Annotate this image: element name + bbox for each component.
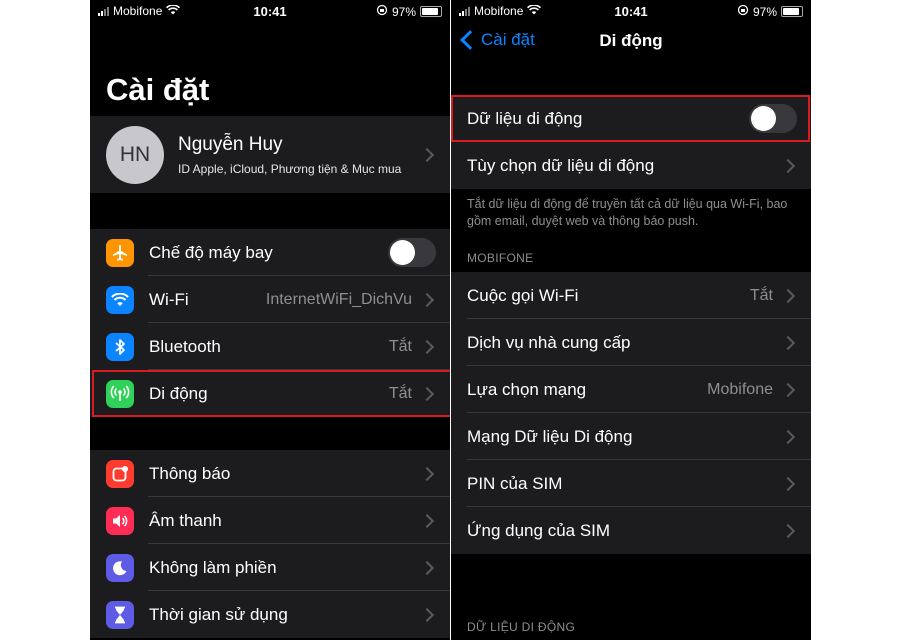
row-label: Không làm phiền — [149, 557, 277, 577]
connectivity-group: Chế độ máy bay Wi-Fi InternetWiFi_DichVu… — [90, 229, 450, 417]
orientation-lock-icon — [737, 4, 749, 19]
wifi-network-value: InternetWiFi_DichVu — [265, 290, 412, 308]
sound-icon — [106, 506, 134, 535]
row-sim-pin[interactable]: PIN của SIM — [451, 460, 811, 507]
status-bar: Mobifone 10:41 97% — [90, 0, 450, 22]
chevron-right-icon — [780, 158, 796, 173]
chevron-right-icon — [419, 513, 435, 528]
mobile-data-footnote: Tắt dữ liệu di động để truyền tất cả dữ … — [467, 197, 788, 228]
moon-icon — [106, 553, 134, 582]
row-wifi[interactable]: Wi-Fi InternetWiFi_DichVu — [90, 276, 450, 323]
row-cellular[interactable]: Di động Tắt — [90, 370, 450, 417]
battery-percent: 97% — [752, 4, 777, 19]
row-label: Cuộc gọi Wi-Fi — [467, 285, 579, 305]
chevron-right-icon — [419, 339, 435, 354]
section-header-mobile-data: DỮ LIỆU DI ĐỘNG — [467, 620, 576, 634]
row-airplane-mode[interactable]: Chế độ máy bay — [90, 229, 450, 276]
carrier-group: Cuộc gọi Wi-Fi Tắt Dịch vụ nhà cung cấp … — [451, 272, 811, 554]
profile-subtitle: ID Apple, iCloud, Phương tiện & Mục mua — [178, 161, 402, 176]
mobile-data-group: Dữ liệu di động Tùy chọn dữ liệu di động — [451, 95, 811, 189]
chevron-right-icon — [419, 466, 435, 481]
notifications-icon — [106, 459, 134, 488]
chevron-right-icon — [780, 335, 796, 350]
bluetooth-value: Tắt — [388, 337, 412, 355]
profile-group: HN Nguyễn Huy ID Apple, iCloud, Phương t… — [90, 116, 450, 193]
chevron-right-icon — [419, 607, 435, 622]
row-label: Lựa chọn mạng — [467, 379, 587, 399]
wifi-calling-value: Tắt — [749, 286, 773, 304]
row-label: Wi-Fi — [149, 289, 189, 309]
row-data-options[interactable]: Tùy chọn dữ liệu di động — [451, 142, 811, 189]
cellular-settings-screen: Mobifone 10:41 97% Cài đặt Di động Dữ li… — [451, 0, 811, 640]
row-label: Chế độ máy bay — [149, 242, 273, 262]
page-title: Cài đặt — [106, 72, 210, 107]
row-label: PIN của SIM — [467, 473, 563, 493]
chevron-right-icon — [419, 147, 435, 162]
row-sounds[interactable]: Âm thanh — [90, 497, 450, 544]
row-label: Mạng Dữ liệu Di động — [467, 426, 633, 446]
battery-percent: 97% — [391, 4, 416, 19]
chevron-right-icon — [780, 288, 796, 303]
row-label: Di động — [149, 383, 208, 403]
avatar: HN — [106, 125, 164, 184]
row-do-not-disturb[interactable]: Không làm phiền — [90, 544, 450, 591]
profile-row[interactable]: HN Nguyễn Huy ID Apple, iCloud, Phương t… — [90, 116, 450, 193]
status-bar: Mobifone 10:41 97% — [451, 0, 811, 22]
row-label: Dịch vụ nhà cung cấp — [467, 332, 631, 352]
settings-screen: Mobifone 10:41 97% Cài đặt HN Nguyễn Huy… — [90, 0, 450, 640]
chevron-right-icon — [419, 292, 435, 307]
navigation-bar: Cài đặt Di động — [451, 22, 811, 62]
row-notifications[interactable]: Thông báo — [90, 450, 450, 497]
chevron-right-icon — [780, 429, 796, 444]
orientation-lock-icon — [376, 4, 388, 19]
battery-icon — [781, 6, 803, 17]
airplane-icon — [106, 238, 134, 267]
mobile-data-toggle[interactable] — [749, 104, 797, 133]
chevron-right-icon — [780, 476, 796, 491]
airplane-mode-toggle[interactable] — [388, 238, 436, 267]
row-label: Âm thanh — [149, 510, 222, 530]
row-cellular-data-network[interactable]: Mạng Dữ liệu Di động — [451, 413, 811, 460]
row-label: Tùy chọn dữ liệu di động — [467, 155, 655, 175]
row-label: Thông báo — [149, 463, 231, 483]
cellular-value: Tắt — [388, 384, 412, 402]
network-selection-value: Mobifone — [707, 380, 773, 398]
chevron-right-icon — [780, 382, 796, 397]
row-label: Bluetooth — [149, 336, 221, 356]
row-label: Dữ liệu di động — [467, 108, 583, 128]
row-bluetooth[interactable]: Bluetooth Tắt — [90, 323, 450, 370]
profile-name: Nguyễn Huy — [178, 133, 283, 155]
battery-icon — [420, 6, 442, 17]
row-mobile-data[interactable]: Dữ liệu di động — [451, 95, 811, 142]
wifi-icon — [106, 285, 134, 314]
row-screen-time[interactable]: Thời gian sử dụng — [90, 591, 450, 638]
row-wifi-calling[interactable]: Cuộc gọi Wi-Fi Tắt — [451, 272, 811, 319]
row-carrier-services[interactable]: Dịch vụ nhà cung cấp — [451, 319, 811, 366]
cellular-icon — [106, 379, 134, 408]
bluetooth-icon — [106, 332, 134, 361]
row-label: Ứng dụng của SIM — [467, 520, 611, 540]
chevron-right-icon — [419, 560, 435, 575]
notifications-group: Thông báo Âm thanh Không làm phiền Thời … — [90, 450, 450, 638]
chevron-right-icon — [419, 386, 435, 401]
row-network-selection[interactable]: Lựa chọn mạng Mobifone — [451, 366, 811, 413]
nav-title: Di động — [599, 31, 663, 50]
section-header-mobifone: MOBIFONE — [467, 251, 534, 265]
hourglass-icon — [106, 600, 134, 629]
chevron-right-icon — [780, 523, 796, 538]
row-label: Thời gian sử dụng — [149, 604, 288, 624]
row-sim-applications[interactable]: Ứng dụng của SIM — [451, 507, 811, 554]
